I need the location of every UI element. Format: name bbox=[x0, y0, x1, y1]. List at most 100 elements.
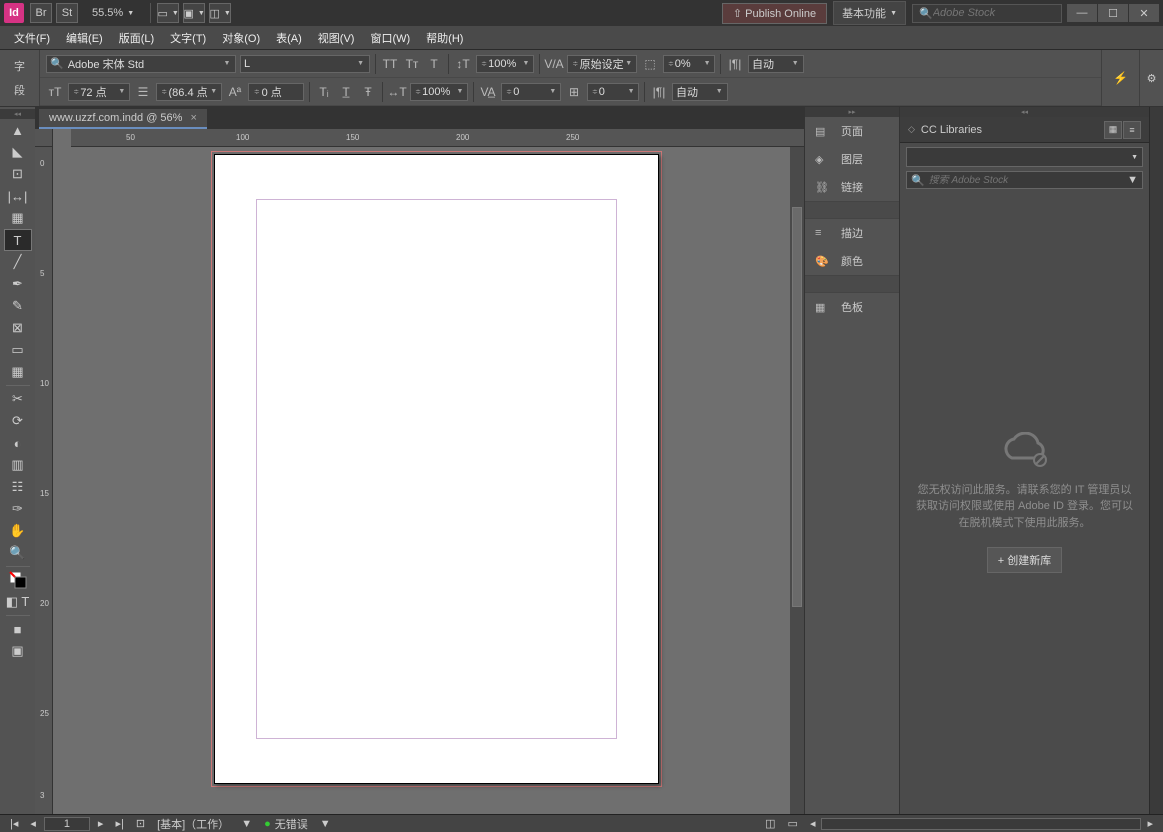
close-tab-icon[interactable]: × bbox=[190, 112, 196, 124]
library-search-input[interactable] bbox=[929, 175, 1127, 186]
allcaps-icon[interactable]: TT bbox=[381, 55, 399, 73]
layers-panel-button[interactable]: ◈图层 bbox=[805, 145, 899, 173]
lib-list-view-icon[interactable]: ≡ bbox=[1123, 121, 1141, 139]
canvas[interactable] bbox=[53, 147, 804, 814]
zoom-level[interactable]: 55.5%▼ bbox=[92, 7, 134, 19]
menu-edit[interactable]: 编辑(E) bbox=[58, 30, 111, 46]
eyedropper-tool[interactable]: ✑ bbox=[4, 498, 32, 520]
font-size-field[interactable]: ≑▼ bbox=[68, 83, 130, 101]
page[interactable] bbox=[214, 154, 659, 784]
horizontal-scrollbar[interactable] bbox=[821, 818, 1141, 830]
bridge-button[interactable]: Br bbox=[30, 3, 52, 23]
horizontal-ruler[interactable]: 50 100 150 200 250 bbox=[71, 129, 804, 147]
ruler-origin[interactable] bbox=[35, 129, 53, 147]
note-tool[interactable]: ☷ bbox=[4, 476, 32, 498]
libraries-toggle-icon[interactable]: ◇ bbox=[908, 124, 915, 135]
control-menu-icon[interactable]: ⚙ bbox=[1139, 50, 1163, 106]
stock-search-input[interactable] bbox=[933, 7, 1055, 19]
format-affects[interactable]: ◧ T bbox=[4, 591, 32, 613]
stroke-panel-button[interactable]: ≡描边 bbox=[805, 219, 899, 247]
paragraph-mode[interactable]: 段 bbox=[14, 78, 25, 102]
last-page-button[interactable]: ▸| bbox=[109, 816, 129, 832]
page-number-field[interactable]: 1 bbox=[44, 817, 90, 831]
maximize-button[interactable]: ☐ bbox=[1098, 4, 1128, 22]
rectangle-frame-tool[interactable]: ⊠ bbox=[4, 317, 32, 339]
arrange-button[interactable]: ◫▼ bbox=[209, 3, 231, 23]
pen-tool[interactable]: ✒ bbox=[4, 273, 32, 295]
preflight-status[interactable]: ●无错误 bbox=[258, 816, 314, 832]
content-collector-tool[interactable]: ▦ bbox=[4, 207, 32, 229]
library-selector[interactable]: ▼ bbox=[906, 147, 1143, 167]
workspace-switcher[interactable]: 基本功能▼ bbox=[833, 1, 906, 25]
swatches-panel-button[interactable]: ▦色板 bbox=[805, 293, 899, 321]
preflight-profile[interactable]: [基本]（工作） bbox=[151, 816, 235, 832]
menu-view[interactable]: 视图(V) bbox=[310, 30, 363, 46]
rectangle-tool[interactable]: ▭ bbox=[4, 339, 32, 361]
line-tool[interactable]: ╱ bbox=[4, 251, 32, 273]
hscale-field[interactable]: ≑▼ bbox=[410, 83, 468, 101]
menu-object[interactable]: 对象(O) bbox=[214, 30, 268, 46]
vertical-scrollbar[interactable] bbox=[790, 147, 804, 814]
screen-mode-button[interactable]: ▣▼ bbox=[183, 3, 205, 23]
grid-tool[interactable]: ▦ bbox=[4, 361, 32, 383]
pages-panel-button[interactable]: ▤页面 bbox=[805, 117, 899, 145]
gap-tool[interactable]: |↔| bbox=[4, 185, 32, 207]
right-edge-strip[interactable] bbox=[1149, 107, 1163, 814]
leading-field[interactable]: ≑▼ bbox=[156, 83, 222, 101]
view-options-button[interactable]: ▭▼ bbox=[157, 3, 179, 23]
prev-page-button[interactable]: ◂ bbox=[24, 816, 42, 832]
menu-help[interactable]: 帮助(H) bbox=[418, 30, 471, 46]
adobe-stock-search[interactable]: 🔍 bbox=[912, 4, 1062, 23]
grid-field[interactable]: ≑▼ bbox=[587, 83, 639, 101]
menu-table[interactable]: 表(A) bbox=[268, 30, 310, 46]
hscroll-right[interactable]: ▸ bbox=[1141, 816, 1159, 832]
dock-grip[interactable]: ▸▸ bbox=[805, 107, 899, 117]
view-mode[interactable]: ▣ bbox=[4, 640, 32, 662]
selection-tool[interactable]: ▲ bbox=[4, 119, 32, 141]
smallcaps-icon[interactable]: Tᴛ bbox=[403, 55, 421, 73]
minimize-button[interactable]: — bbox=[1067, 4, 1097, 22]
stock-button[interactable]: St bbox=[56, 3, 78, 23]
vertical-ruler[interactable]: 0 5 10 15 20 25 3 bbox=[35, 147, 53, 814]
next-page-button[interactable]: ▸ bbox=[92, 816, 110, 832]
color-panel-button[interactable]: 🎨颜色 bbox=[805, 247, 899, 275]
first-page-button[interactable]: |◂ bbox=[4, 816, 24, 832]
tools-grip[interactable]: ◂◂ bbox=[0, 109, 35, 119]
links-panel-button[interactable]: ⛓链接 bbox=[805, 173, 899, 201]
page-tool[interactable]: ⊡ bbox=[4, 163, 32, 185]
lang-field[interactable]: ≑▼ bbox=[567, 55, 637, 73]
publish-online-button[interactable]: ⇧ Publish Online bbox=[722, 3, 827, 24]
libraries-grip[interactable]: ◂◂ bbox=[900, 107, 1149, 117]
font-family-field[interactable]: 🔍▼ bbox=[46, 55, 236, 73]
free-transform-tool[interactable]: ⟳ bbox=[4, 410, 32, 432]
open-file-icon[interactable]: ⊡ bbox=[130, 816, 151, 832]
lib-grid-view-icon[interactable]: ▦ bbox=[1104, 121, 1122, 139]
screen-mode-1[interactable]: ◫ bbox=[759, 816, 781, 832]
screen-mode-2[interactable]: ▭ bbox=[782, 816, 804, 832]
hand-tool[interactable]: ✋ bbox=[4, 520, 32, 542]
strikethrough-icon[interactable]: Ŧ bbox=[359, 83, 377, 101]
scissors-tool[interactable]: ✂ bbox=[4, 388, 32, 410]
gradient-swatch-tool[interactable]: ◐ bbox=[4, 432, 32, 454]
baseline-field[interactable]: ≑ bbox=[248, 83, 304, 101]
skew-field[interactable]: ≑▼ bbox=[663, 55, 715, 73]
kern2-field[interactable]: ▼ bbox=[672, 83, 728, 101]
library-search[interactable]: 🔍▼ bbox=[906, 171, 1143, 189]
menu-window[interactable]: 窗口(W) bbox=[362, 30, 418, 46]
document-tab[interactable]: www.uzzf.com.indd @ 56%× bbox=[39, 109, 207, 129]
type-tool[interactable]: T bbox=[4, 229, 32, 251]
kern-auto-field[interactable]: ▼ bbox=[748, 55, 804, 73]
create-library-button[interactable]: + 创建新库 bbox=[987, 547, 1062, 573]
superscript-icon[interactable]: T bbox=[425, 55, 443, 73]
subscript-icon[interactable]: Tᵢ bbox=[315, 83, 333, 101]
character-mode[interactable]: 字 bbox=[14, 54, 25, 78]
hscroll-left[interactable]: ◂ bbox=[804, 816, 822, 832]
menu-file[interactable]: 文件(F) bbox=[6, 30, 58, 46]
vscale-field[interactable]: ≑▼ bbox=[476, 55, 534, 73]
pencil-tool[interactable]: ✎ bbox=[4, 295, 32, 317]
menu-type[interactable]: 文字(T) bbox=[162, 30, 214, 46]
close-button[interactable]: ✕ bbox=[1129, 4, 1159, 22]
direct-selection-tool[interactable]: ◣ bbox=[4, 141, 32, 163]
font-style-field[interactable]: ▼ bbox=[240, 55, 370, 73]
zoom-tool[interactable]: 🔍 bbox=[4, 542, 32, 564]
